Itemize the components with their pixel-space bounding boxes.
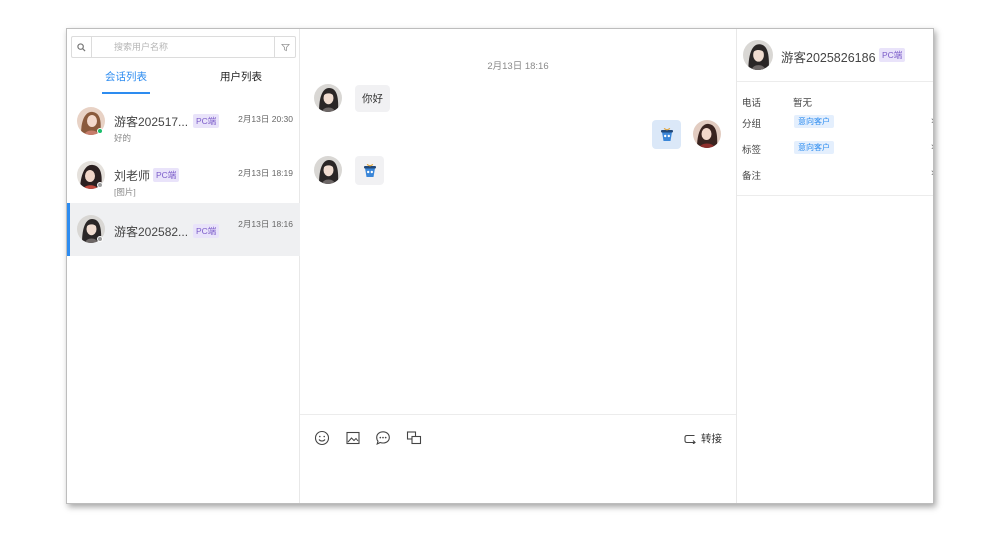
group-tag: 意向客户 [794, 115, 834, 128]
conversation-sidebar: 会话列表 用户列表 游客202517... PC端 2月13日 20:30 好的… [67, 29, 300, 503]
quick-reply-icon[interactable] [375, 430, 391, 446]
platform-badge: PC端 [193, 114, 220, 128]
platform-badge: PC端 [153, 168, 180, 182]
profile-field-phone: 电话 暂无 [742, 95, 932, 109]
avatar [693, 120, 721, 148]
conversation-item-active[interactable]: 游客202582... PC端 2月13日 18:16 [67, 203, 300, 256]
conversation-tabs: 会话列表 用户列表 [67, 69, 300, 95]
sticker-icon[interactable] [355, 156, 384, 185]
profile-field-group[interactable]: 分组 意向客户 › [742, 115, 933, 130]
field-label: 分组 [742, 119, 762, 130]
sticker-icon[interactable] [652, 120, 681, 149]
chevron-right-icon[interactable]: › [931, 115, 933, 127]
avatar [314, 84, 342, 112]
platform-badge: PC端 [193, 224, 220, 238]
message-timestamp: 2月13日 18:16 [487, 61, 549, 72]
transfer-icon [684, 434, 696, 444]
divider [737, 195, 933, 196]
platform-badge: PC端 [879, 48, 906, 62]
conversation-item[interactable]: 刘老师 PC端 2月13日 18:19 [图片] [67, 153, 300, 207]
field-label: 电话 [742, 98, 762, 109]
history-icon[interactable] [406, 430, 422, 446]
conversation-preview: [图片] [114, 187, 136, 197]
conversation-time: 2月13日 18:16 [238, 219, 293, 229]
chat-toolbar: 转接 [300, 414, 736, 458]
message-bubble: 你好 [355, 85, 390, 112]
chevron-right-icon[interactable]: › [931, 141, 933, 153]
search-input[interactable] [91, 36, 275, 58]
avatar [743, 40, 773, 70]
field-value: 暂无 [793, 98, 813, 109]
search-bar [71, 36, 296, 58]
conversation-name: 刘老师 [114, 169, 151, 183]
user-profile-panel: 游客2025826186 PC端 电话 暂无 分组 意向客户 › 标签 意向客户… [737, 29, 933, 503]
conversation-time: 2月13日 18:19 [238, 168, 293, 178]
online-status-dot [97, 128, 103, 134]
transfer-button[interactable]: 转接 [684, 431, 722, 446]
search-icon[interactable] [71, 36, 91, 58]
conversation-item[interactable]: 游客202517... PC端 2月13日 20:30 好的 [67, 99, 300, 153]
conversation-preview: 好的 [114, 133, 132, 143]
conversation-name: 游客202517... [114, 115, 189, 129]
emoji-icon[interactable] [314, 430, 330, 446]
label-tag: 意向客户 [794, 141, 834, 154]
offline-status-dot [97, 236, 103, 242]
tab-user-list[interactable]: 用户列表 [220, 69, 262, 84]
conversation-time: 2月13日 20:30 [238, 114, 293, 124]
transfer-label: 转接 [701, 433, 722, 445]
profile-field-remark[interactable]: 备注 › [742, 167, 933, 182]
conversation-name: 游客202582... [114, 225, 189, 239]
avatar [314, 156, 342, 184]
chat-panel: 2月13日 18:16 你好 转接 [300, 29, 737, 503]
offline-status-dot [97, 182, 103, 188]
field-label: 标签 [742, 145, 762, 156]
profile-name: 游客2025826186 [781, 51, 876, 65]
chevron-right-icon[interactable]: › [931, 167, 933, 179]
tab-conversation-list[interactable]: 会话列表 [102, 69, 150, 94]
profile-field-tags[interactable]: 标签 意向客户 › [742, 141, 933, 156]
image-icon[interactable] [345, 430, 361, 446]
profile-header: 游客2025826186 PC端 [737, 29, 933, 82]
field-label: 备注 [742, 171, 762, 182]
chat-app-window: 会话列表 用户列表 游客202517... PC端 2月13日 20:30 好的… [66, 28, 934, 504]
filter-icon[interactable] [275, 36, 296, 58]
